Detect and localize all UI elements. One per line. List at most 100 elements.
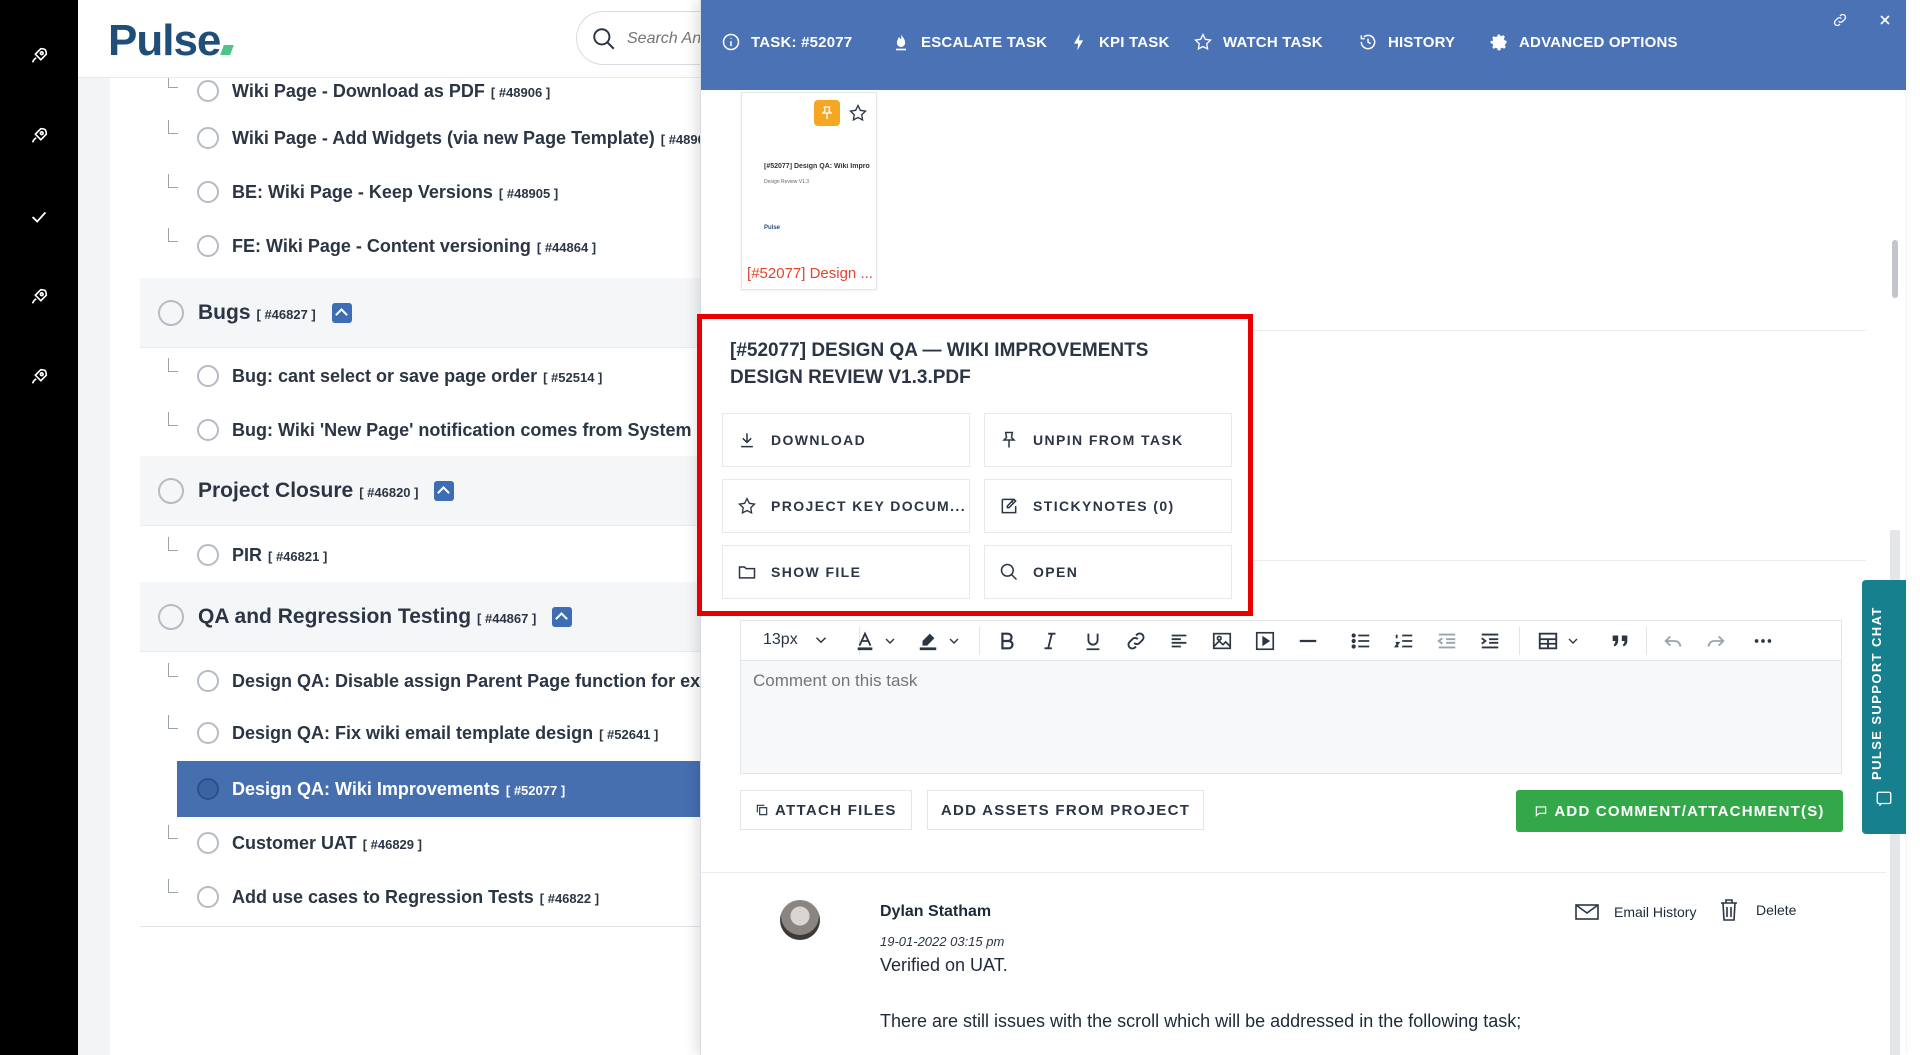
list-item[interactable]: BE: Wiki Page - Keep Versions[ #48905 ] — [140, 166, 700, 218]
list-divider — [140, 926, 700, 927]
text-color-icon[interactable] — [853, 629, 877, 653]
kpi-task-button[interactable]: KPI TASK — [1069, 32, 1170, 52]
redo-icon[interactable] — [1704, 629, 1728, 653]
search-icon — [1000, 563, 1018, 581]
comment-date: 19-01-2022 03:15 pm — [880, 934, 1005, 949]
star-icon[interactable] — [848, 103, 868, 123]
chevron-down-icon[interactable] — [945, 629, 963, 653]
collapse-button[interactable] — [331, 302, 352, 323]
mail-icon — [1575, 904, 1599, 920]
outdent-icon[interactable] — [1435, 629, 1459, 653]
video-icon[interactable] — [1253, 629, 1277, 653]
popup-title: [#52077] DESIGN QA — WIKI IMPROVEMENTS D… — [730, 340, 1149, 388]
star-icon — [738, 496, 756, 515]
list-item[interactable]: Design QA: Disable assign Parent Page fu… — [140, 655, 700, 707]
collapse-button[interactable] — [434, 480, 455, 501]
rocket-icon[interactable] — [25, 42, 53, 70]
task-list: Wiki Page - Download as PDF[ #48906 ] Wi… — [110, 78, 700, 1055]
left-nav-rail — [0, 0, 78, 1055]
trash-icon — [1721, 899, 1737, 921]
avatar — [780, 900, 820, 940]
group-header-qa-regression[interactable]: QA and Regression Testing[ #44867 ] — [140, 582, 700, 652]
table-icon[interactable] — [1536, 629, 1560, 653]
stickynotes-button[interactable]: STICKYNOTES (0) — [984, 479, 1232, 533]
list-item[interactable]: Bug: cant select or save page order[ #52… — [140, 350, 700, 402]
support-chat-tab[interactable]: PULSE SUPPORT CHAT — [1862, 580, 1906, 834]
list-item[interactable]: PIR[ #46821 ] — [140, 529, 700, 581]
more-icon[interactable] — [1751, 629, 1775, 653]
list-item[interactable]: Design QA: Fix wiki email template desig… — [140, 707, 700, 759]
chat-icon — [1876, 791, 1892, 807]
top-bar: Pulse — [78, 0, 736, 78]
thumbnail-doc-brand: Pulse — [764, 225, 781, 231]
escalate-task-button[interactable]: ESCALATE TASK — [891, 32, 1047, 52]
bold-icon[interactable] — [995, 629, 1019, 653]
group-header-bugs[interactable]: Bugs[ #46827 ] — [140, 278, 700, 348]
search-icon — [593, 28, 615, 50]
flame-icon — [896, 33, 906, 51]
task-panel-header: TASK: #52077 ESCALATE TASK KPI TASK WATC… — [701, 0, 1906, 90]
align-icon[interactable] — [1167, 629, 1191, 653]
comment-input[interactable] — [753, 671, 1823, 761]
note-icon — [1001, 498, 1017, 514]
group-header-project-closure[interactable]: Project Closure[ #46820 ] — [140, 456, 700, 526]
pulse-logo[interactable]: Pulse — [108, 16, 235, 66]
link-icon[interactable] — [1124, 629, 1148, 653]
attach-files-button[interactable]: ATTACH FILES — [740, 790, 912, 830]
rocket-icon[interactable] — [25, 122, 53, 150]
check-icon[interactable] — [25, 203, 53, 231]
comment-body: There are still issues with the scroll w… — [880, 1011, 1522, 1031]
chevron-down-icon[interactable] — [1564, 629, 1582, 653]
bullet-list-icon[interactable] — [1349, 629, 1373, 653]
numbered-list-icon[interactable] — [1392, 629, 1416, 653]
file-context-popup: [#52077] DESIGN QA — WIKI IMPROVEMENTS D… — [697, 314, 1253, 616]
pin-icon — [1002, 431, 1016, 448]
attachment-thumbnail[interactable]: [#52077] Design QA: Wiki Impro Design Re… — [741, 92, 877, 290]
delete-button[interactable]: Delete — [1716, 898, 1796, 922]
close-icon[interactable] — [1871, 6, 1899, 34]
rocket-icon[interactable] — [25, 363, 53, 391]
star-icon — [1194, 32, 1212, 51]
pin-icon[interactable] — [814, 100, 840, 126]
list-item[interactable]: Wiki Page - Add Widgets (via new Page Te… — [140, 112, 700, 164]
comment-editor[interactable] — [740, 660, 1842, 774]
rocket-icon[interactable] — [25, 283, 53, 311]
unpin-button[interactable]: UNPIN FROM TASK — [984, 413, 1232, 467]
list-item[interactable]: Wiki Page - Download as PDF[ #48906 ] — [140, 78, 700, 104]
undo-icon[interactable] — [1661, 629, 1685, 653]
highlight-icon[interactable] — [916, 629, 940, 653]
chevron-down-icon — [815, 637, 826, 644]
chevron-down-icon[interactable] — [881, 629, 899, 653]
download-icon — [741, 433, 753, 448]
add-comment-button[interactable]: ADD COMMENT/ATTACHMENT(S) — [1516, 790, 1843, 832]
thumbnail-doc-subtitle: Design Review V1.3 — [764, 179, 810, 185]
link-icon[interactable] — [1826, 6, 1854, 34]
project-key-document-button[interactable]: PROJECT KEY DOCUM... — [722, 479, 970, 533]
scrollbar-thumb[interactable] — [1892, 240, 1898, 298]
task-id: TASK: #52077 — [721, 32, 852, 52]
open-button[interactable]: OPEN — [984, 545, 1232, 599]
quote-icon[interactable] — [1608, 629, 1632, 653]
history-button[interactable]: HISTORY — [1358, 32, 1455, 52]
download-button[interactable]: DOWNLOAD — [722, 413, 970, 467]
list-item[interactable]: Bug: Wiki 'New Page' notification comes … — [140, 404, 700, 456]
watch-task-button[interactable]: WATCH TASK — [1193, 32, 1323, 52]
list-item[interactable]: Add use cases to Regression Tests[ #4682… — [140, 871, 700, 923]
email-history-button[interactable]: Email History — [1574, 900, 1696, 924]
advanced-options-button[interactable]: ADVANCED OPTIONS — [1489, 32, 1678, 52]
list-item[interactable]: FE: Wiki Page - Content versioning[ #448… — [140, 220, 700, 272]
list-item[interactable]: Customer UAT[ #46829 ] — [140, 817, 700, 869]
italic-icon[interactable] — [1038, 629, 1062, 653]
list-item-selected[interactable]: Design QA: Wiki Improvements[ #52077 ] — [177, 761, 700, 817]
collapse-button[interactable] — [552, 606, 573, 627]
gear-icon — [1490, 34, 1507, 51]
indent-icon[interactable] — [1478, 629, 1502, 653]
underline-icon[interactable] — [1081, 629, 1105, 653]
image-icon[interactable] — [1210, 629, 1234, 653]
attachment-name[interactable]: [#52077] Design ... — [742, 265, 878, 282]
horizontal-rule-icon[interactable] — [1296, 629, 1320, 653]
show-file-button[interactable]: SHOW FILE — [722, 545, 970, 599]
copy-icon — [756, 804, 768, 816]
font-size-select[interactable]: 13px — [763, 631, 830, 649]
add-assets-button[interactable]: ADD ASSETS FROM PROJECT — [927, 790, 1204, 830]
